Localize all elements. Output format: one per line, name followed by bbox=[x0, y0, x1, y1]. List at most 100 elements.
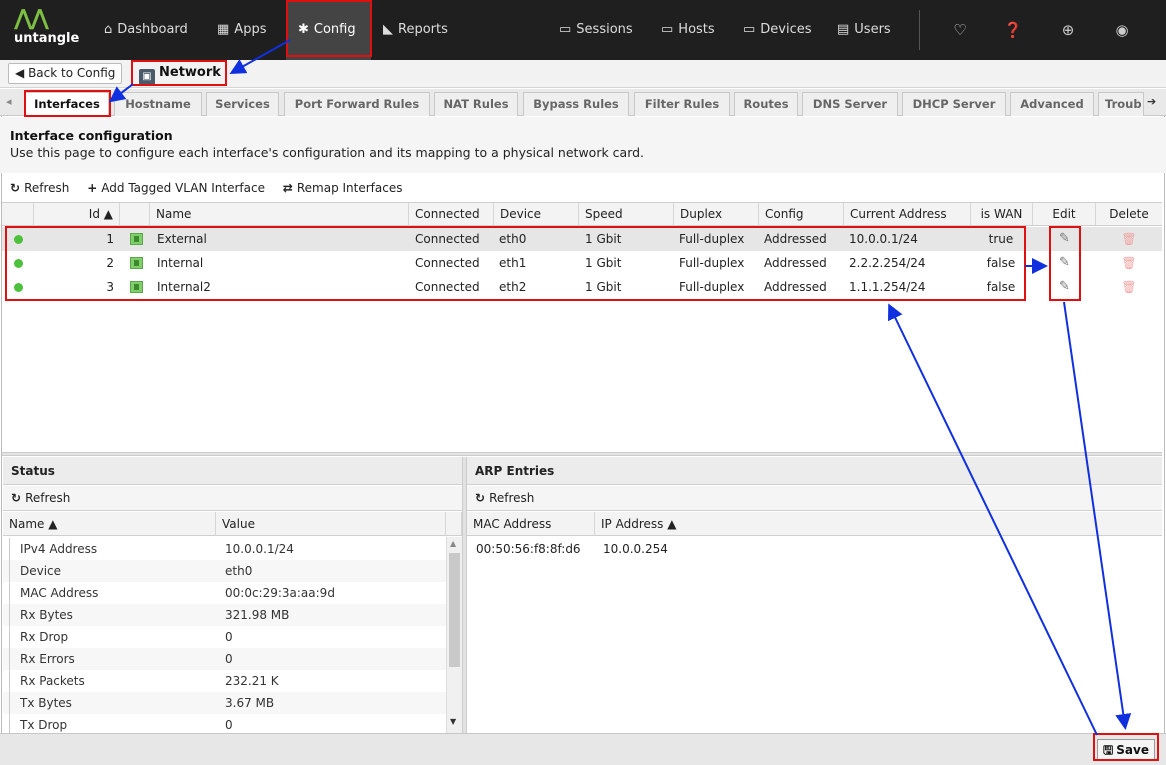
nav-sessions[interactable]: ▭ Sessions bbox=[559, 0, 633, 60]
status-refresh-label: Refresh bbox=[25, 491, 71, 505]
list-item: Rx Bytes 321.98 MB bbox=[3, 604, 446, 626]
account-icon[interactable]: ◉ bbox=[1110, 0, 1134, 60]
tab-scroll-left-icon[interactable]: ◂ bbox=[6, 95, 12, 108]
status-value: 321.98 MB bbox=[225, 608, 290, 622]
delete-trash-icon[interactable]: 🗑 bbox=[1096, 227, 1162, 251]
nav-reports[interactable]: ◣ Reports bbox=[383, 0, 448, 60]
status-value: 0 bbox=[225, 718, 233, 732]
delete-trash-icon[interactable]: 🗑 bbox=[1096, 251, 1162, 275]
area-chart-icon: ◣ bbox=[383, 22, 393, 37]
panel-splitter[interactable] bbox=[2, 452, 1162, 456]
list-item: IPv4 Address 10.0.0.1/24 bbox=[3, 538, 446, 560]
col-speed[interactable]: Speed bbox=[579, 203, 674, 226]
status-key: Rx Packets bbox=[9, 670, 214, 692]
nav-hosts[interactable]: ▭ Hosts bbox=[661, 0, 715, 60]
status-value: 0 bbox=[225, 630, 233, 644]
nav-devices[interactable]: ▭ Devices bbox=[743, 0, 812, 60]
nav-devices-label: Devices bbox=[760, 22, 812, 37]
tab-advanced[interactable]: Advanced bbox=[1010, 92, 1094, 116]
logo-mark-icon: ⋀⋀ bbox=[14, 6, 49, 31]
arp-col-ip[interactable]: IP Address ▲ bbox=[595, 512, 1162, 536]
list-item: 00:50:56:f8:8f:d6 10.0.0.254 bbox=[467, 538, 1162, 560]
status-key: Rx Bytes bbox=[9, 604, 214, 626]
tab-dns-server[interactable]: DNS Server bbox=[802, 92, 898, 116]
config-header: Interface configuration Use this page to… bbox=[0, 117, 1166, 173]
tab-services[interactable]: Services bbox=[206, 92, 279, 116]
interfaces-toolbar: ↻ Refresh + Add Tagged VLAN Interface ⇄ Rem… bbox=[10, 176, 417, 200]
add-vlan-label: Add Tagged VLAN Interface bbox=[101, 181, 265, 195]
arp-mac: 00:50:56:f8:8f:d6 bbox=[476, 542, 581, 556]
tab-nat-rules[interactable]: NAT Rules bbox=[434, 92, 518, 116]
status-key: Rx Errors bbox=[9, 648, 214, 670]
tab-filter-rules[interactable]: Filter Rules bbox=[634, 92, 730, 116]
nav-divider bbox=[919, 10, 920, 50]
refresh-icon: ↻ bbox=[475, 491, 486, 505]
arp-refresh-button[interactable]: ↻ Refresh bbox=[467, 486, 1162, 511]
col-config[interactable]: Config bbox=[759, 203, 844, 226]
lightbulb-icon[interactable]: ♡ bbox=[948, 0, 972, 60]
tab-troubleshooting[interactable]: Troub bbox=[1098, 92, 1144, 116]
col-id[interactable]: Id ▲ bbox=[34, 203, 120, 226]
tab-port-forward-rules[interactable]: Port Forward Rules bbox=[284, 92, 430, 116]
delete-trash-icon[interactable]: 🗑 bbox=[1096, 275, 1162, 299]
tab-scroll-right-icon[interactable]: ➔ bbox=[1147, 95, 1156, 108]
remap-interfaces-button[interactable]: ⇄ Remap Interfaces bbox=[283, 181, 403, 195]
nav-reports-label: Reports bbox=[398, 22, 448, 37]
annotation-box-interface-rows bbox=[5, 226, 1026, 301]
shuffle-icon: ⇄ bbox=[282, 181, 293, 195]
status-value: 0 bbox=[225, 652, 233, 666]
untangle-logo[interactable]: ⋀⋀ untangle bbox=[14, 8, 84, 54]
status-value: 232.21 K bbox=[225, 674, 279, 688]
status-value: 10.0.0.1/24 bbox=[225, 542, 294, 556]
nav-apps[interactable]: ▦ Apps bbox=[217, 0, 266, 60]
nav-users[interactable]: ▤ Users bbox=[837, 0, 891, 60]
users-icon: ▤ bbox=[837, 22, 850, 37]
nav-apps-label: Apps bbox=[234, 22, 267, 37]
scroll-up-icon[interactable]: ▲ bbox=[450, 539, 456, 548]
status-list: IPv4 Address 10.0.0.1/24 Device eth0 MAC A… bbox=[3, 537, 446, 733]
scroll-thumb[interactable] bbox=[449, 553, 460, 667]
tab-hostname[interactable]: Hostname bbox=[114, 92, 202, 116]
status-key: Tx Bytes bbox=[9, 692, 214, 714]
col-duplex[interactable]: Duplex bbox=[674, 203, 759, 226]
tab-bypass-rules[interactable]: Bypass Rules bbox=[523, 92, 629, 116]
tab-routes[interactable]: Routes bbox=[734, 92, 798, 116]
col-device[interactable]: Device bbox=[494, 203, 579, 226]
col-name[interactable]: Name bbox=[150, 203, 409, 226]
col-delete: Delete bbox=[1109, 207, 1149, 221]
back-to-config-button[interactable]: ◀ Back to Config bbox=[8, 63, 123, 84]
annotation-box-network bbox=[131, 60, 227, 86]
status-col-name[interactable]: Name ▲ bbox=[3, 512, 216, 536]
support-icon[interactable]: ⊕ bbox=[1056, 0, 1080, 60]
status-refresh-button[interactable]: ↻ Refresh bbox=[3, 486, 462, 511]
annotation-box-interfaces-tab bbox=[24, 90, 111, 117]
config-title: Interface configuration bbox=[10, 128, 173, 143]
home-icon: ⌂ bbox=[104, 22, 113, 37]
annotation-box-config bbox=[286, 0, 372, 57]
status-value: 00:0c:29:3a:aa:9d bbox=[225, 586, 335, 600]
nav-dashboard[interactable]: ⌂ Dashboard bbox=[104, 0, 188, 60]
add-vlan-button[interactable]: + Add Tagged VLAN Interface bbox=[87, 181, 265, 195]
list-item: Rx Drop 0 bbox=[3, 626, 446, 648]
col-current-address[interactable]: Current Address bbox=[844, 203, 971, 226]
list-item: Rx Errors 0 bbox=[3, 648, 446, 670]
tab-dhcp-server[interactable]: DHCP Server bbox=[902, 92, 1006, 116]
status-key: Rx Drop bbox=[9, 626, 214, 648]
back-arrow-icon: ◀ bbox=[15, 66, 25, 80]
col-connected[interactable]: Connected bbox=[409, 203, 494, 226]
help-icon[interactable]: ❓ bbox=[1001, 0, 1025, 60]
scroll-down-icon[interactable]: ▼ bbox=[450, 717, 456, 726]
status-key: Tx Drop bbox=[9, 714, 214, 733]
col-is-wan[interactable]: is WAN bbox=[971, 203, 1033, 226]
status-col-value[interactable]: Value bbox=[216, 512, 446, 536]
list-item: Tx Bytes 3.67 MB bbox=[3, 692, 446, 714]
list-item: Device eth0 bbox=[3, 560, 446, 582]
plus-icon: + bbox=[87, 181, 98, 195]
status-key: IPv4 Address bbox=[9, 538, 214, 560]
sessions-icon: ▭ bbox=[559, 22, 572, 37]
status-scrollbar[interactable]: ▲ ▼ bbox=[446, 537, 462, 733]
refresh-label: Refresh bbox=[24, 181, 70, 195]
refresh-button[interactable]: ↻ Refresh bbox=[10, 181, 69, 195]
arp-col-mac[interactable]: MAC Address bbox=[467, 512, 595, 536]
back-to-config-label: Back to Config bbox=[28, 66, 116, 80]
